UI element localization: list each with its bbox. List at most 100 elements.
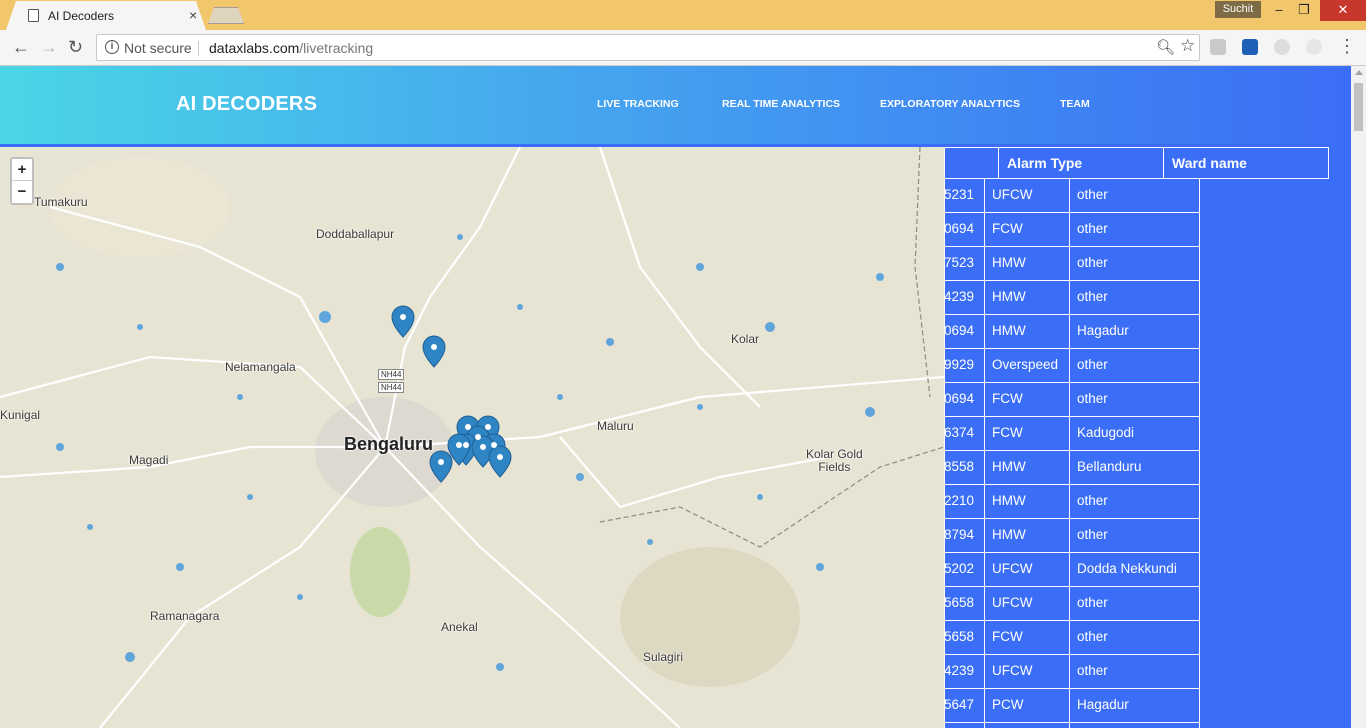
browser-menu-icon[interactable]: ⋮	[1338, 36, 1356, 57]
cell-ward-name: other	[1069, 213, 1200, 247]
url-text[interactable]: dataxlabs.com/livetracking	[209, 40, 373, 56]
new-tab-button[interactable]	[208, 7, 244, 24]
cell-alarm-type: HMW	[984, 485, 1070, 519]
place-bengaluru: Bengaluru	[344, 434, 434, 454]
table-row[interactable]: 5231 UFCW other	[944, 179, 1200, 213]
table-row[interactable]: 9929 Overspeed other	[944, 349, 1200, 383]
url-host: dataxlabs.com	[209, 40, 300, 56]
table-row[interactable]: 6374 FCW Kadugodi	[944, 417, 1200, 451]
bookmark-star-icon[interactable]: ☆	[1180, 36, 1195, 56]
zoom-in-button[interactable]: +	[12, 159, 32, 181]
cell-ward-name: other	[1069, 281, 1200, 315]
header-ward-name: Ward name	[1163, 147, 1329, 179]
cell-ward-name: Hagadur	[1069, 315, 1200, 349]
table-row[interactable]: 0694 FCW other	[944, 383, 1200, 417]
table-row[interactable]	[944, 723, 1200, 728]
alarm-table-header: Alarm Type Ward name	[944, 147, 1330, 179]
cell-alarm-type: FCW	[984, 621, 1070, 655]
table-row[interactable]: 5658 UFCW other	[944, 587, 1200, 621]
table-row[interactable]: 8558 HMW Bellanduru	[944, 451, 1200, 485]
table-row[interactable]: 4239 HMW other	[944, 281, 1200, 315]
site-brand[interactable]: AI DECODERS	[176, 93, 317, 116]
table-row[interactable]: 0694 FCW other	[944, 213, 1200, 247]
zoom-icon[interactable]: 🔍︎	[1156, 38, 1175, 56]
address-divider	[198, 41, 199, 56]
nav-real-time-analytics[interactable]: REAL TIME ANALYTICS	[722, 98, 840, 110]
close-window-icon[interactable]: ✕	[1320, 0, 1366, 21]
tab-close-icon[interactable]: ×	[189, 7, 197, 23]
table-row[interactable]: 5202 UFCW Dodda Nekkundi	[944, 553, 1200, 587]
table-row[interactable]: 5647 PCW Hagadur	[944, 689, 1200, 723]
cell-id: 0694	[944, 315, 985, 349]
table-row[interactable]: 4239 UFCW other	[944, 655, 1200, 689]
cell-id: 5231	[944, 179, 985, 213]
cell-id: 6374	[944, 417, 985, 451]
back-icon[interactable]: ←	[12, 37, 30, 58]
cell-alarm-type: HMW	[984, 315, 1070, 349]
highway-shield: NH44	[378, 382, 405, 393]
forward-icon[interactable]: →	[40, 37, 58, 58]
nav-live-tracking[interactable]: LIVE TRACKING	[597, 98, 679, 110]
cell-ward-name: other	[1069, 179, 1200, 213]
url-path: /livetracking	[299, 40, 374, 56]
table-row[interactable]: 8794 HMW other	[944, 519, 1200, 553]
cell-alarm-type: PCW	[984, 689, 1070, 723]
nav-exploratory-analytics[interactable]: EXPLORATORY ANALYTICS	[880, 98, 1020, 110]
security-label: Not secure	[124, 40, 192, 56]
scroll-thumb[interactable]	[1354, 83, 1363, 131]
place-maluru: Maluru	[597, 419, 634, 433]
cell-id: 5647	[944, 689, 985, 723]
restore-icon[interactable]: ❐	[1290, 0, 1318, 21]
scroll-up-icon[interactable]	[1355, 70, 1363, 75]
place-doddaballapur: Doddaballapur	[316, 227, 395, 241]
zoom-out-button[interactable]: −	[12, 181, 32, 203]
cell-id: 5202	[944, 553, 985, 587]
table-row[interactable]: 7523 HMW other	[944, 247, 1200, 281]
table-row[interactable]: 5658 FCW other	[944, 621, 1200, 655]
cell-alarm-type: FCW	[984, 383, 1070, 417]
cell-id	[944, 723, 985, 728]
cell-alarm-type: UFCW	[984, 179, 1070, 213]
extension-pdf-icon[interactable]	[1210, 39, 1226, 55]
forest-area	[350, 527, 410, 617]
address-bar[interactable]: i Not secure dataxlabs.com/livetracking …	[96, 34, 1200, 61]
cell-ward-name: Hagadur	[1069, 689, 1200, 723]
zoom-control: + −	[10, 157, 34, 205]
cell-id: 9929	[944, 349, 985, 383]
extension-circle-icon[interactable]	[1274, 39, 1290, 55]
place-nelamangala: Nelamangala	[225, 360, 296, 374]
page: AI DECODERS LIVE TRACKING REAL TIME ANAL…	[0, 66, 1351, 728]
cell-id: 5658	[944, 621, 985, 655]
table-row[interactable]: 2210 HMW other	[944, 485, 1200, 519]
browser-titlebar: AI Decoders × Suchit – ❐ ✕	[0, 0, 1366, 30]
browser-tab[interactable]: AI Decoders ×	[6, 1, 206, 30]
cell-alarm-type: FCW	[984, 213, 1070, 247]
extension-reader-icon[interactable]	[1242, 39, 1258, 55]
live-tracking-map[interactable]: + − Tumakuru Doddaballapur Nelamangala K…	[0, 147, 944, 728]
extension-grey-icon[interactable]	[1306, 39, 1322, 55]
table-row[interactable]: 0694 HMW Hagadur	[944, 315, 1200, 349]
header-alarm-type: Alarm Type	[998, 147, 1164, 179]
site-navbar: AI DECODERS LIVE TRACKING REAL TIME ANAL…	[0, 66, 1351, 144]
cell-ward-name: Bellanduru	[1069, 451, 1200, 485]
cell-ward-name: other	[1069, 349, 1200, 383]
page-icon	[28, 9, 39, 22]
cell-id: 7523	[944, 247, 985, 281]
cell-alarm-type: HMW	[984, 519, 1070, 553]
minimize-icon[interactable]: –	[1265, 0, 1293, 21]
profile-button[interactable]: Suchit	[1215, 1, 1261, 18]
reload-icon[interactable]: ↻	[68, 37, 83, 58]
cell-alarm-type: UFCW	[984, 655, 1070, 689]
cell-id: 2210	[944, 485, 985, 519]
cell-alarm-type: HMW	[984, 281, 1070, 315]
info-icon[interactable]: i	[105, 40, 119, 54]
browser-toolbar: ← → ↻ i Not secure dataxlabs.com/livetra…	[0, 30, 1366, 66]
header-id	[944, 147, 999, 179]
place-anekal: Anekal	[441, 620, 478, 634]
cell-alarm-type: UFCW	[984, 587, 1070, 621]
nav-team[interactable]: TEAM	[1060, 98, 1090, 110]
cell-alarm-type: HMW	[984, 247, 1070, 281]
cell-alarm-type	[984, 723, 1070, 728]
page-scrollbar[interactable]	[1351, 66, 1366, 728]
cell-ward-name: other	[1069, 519, 1200, 553]
